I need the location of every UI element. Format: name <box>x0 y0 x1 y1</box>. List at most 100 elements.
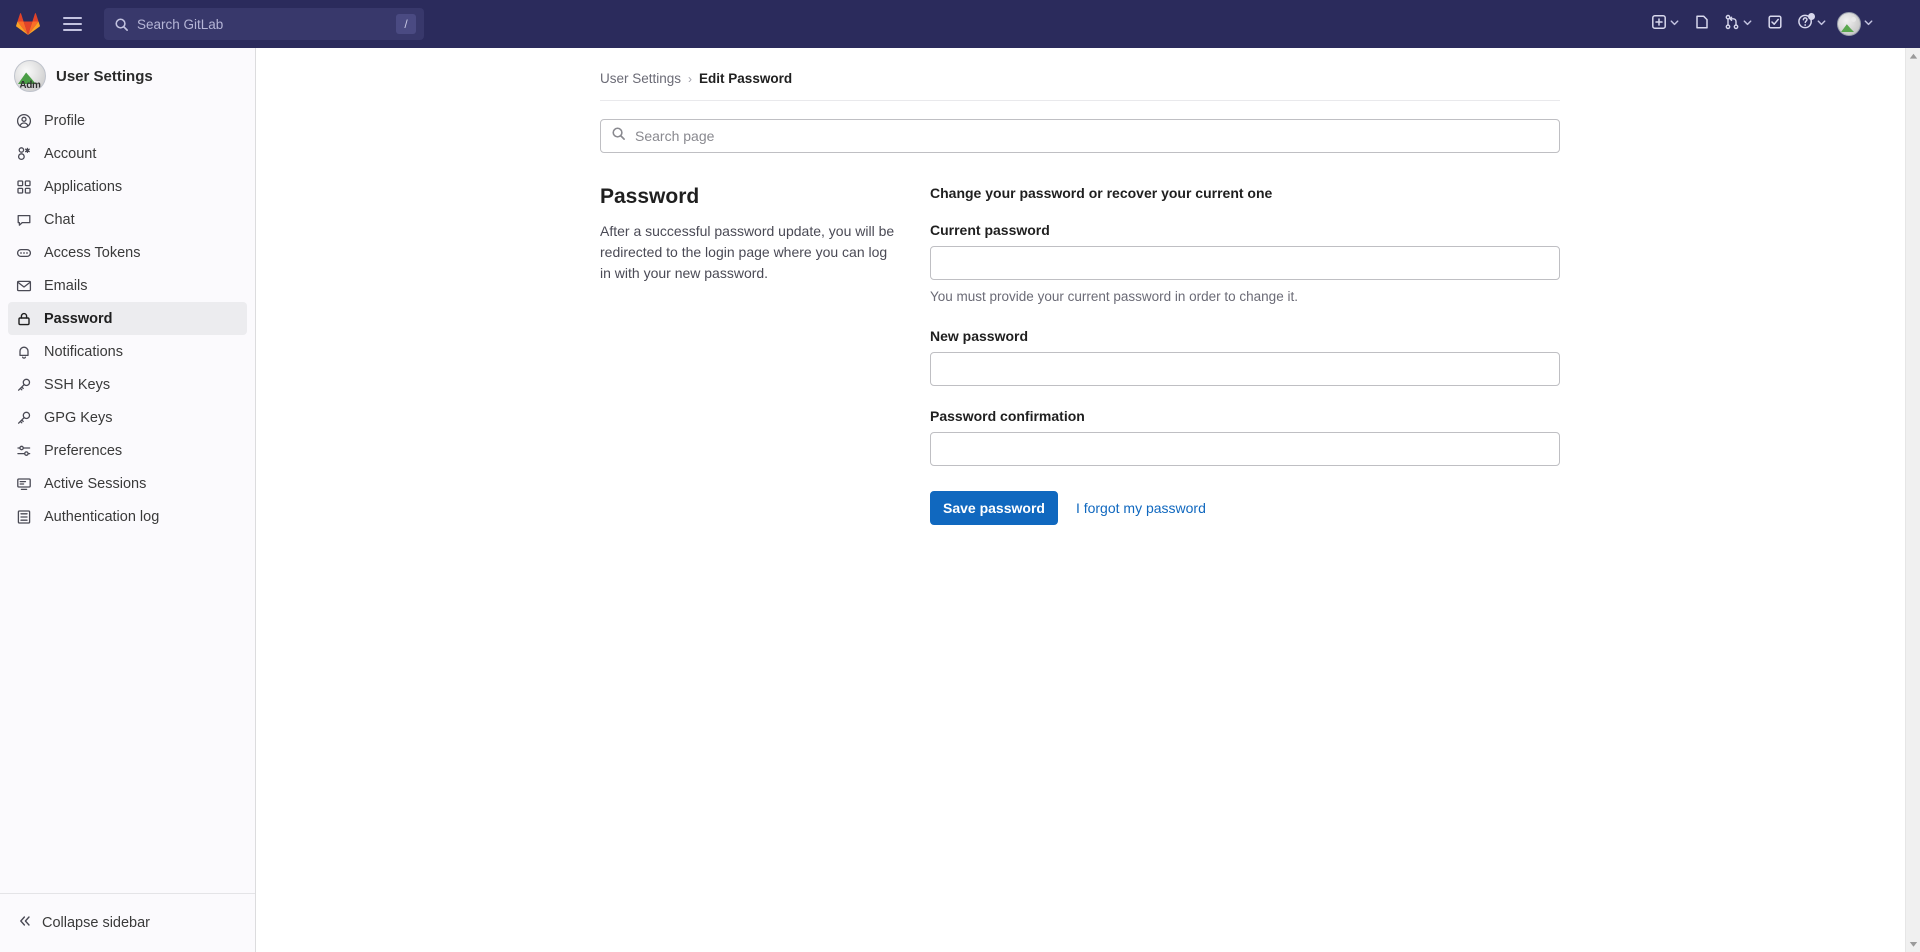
navbar-left-group: / <box>8 4 424 44</box>
avatar <box>1837 12 1861 36</box>
sidebar-item-authentication-log[interactable]: Authentication log <box>8 500 247 533</box>
form-actions: Save password I forgot my password <box>930 491 1560 525</box>
page-title: Password <box>600 185 700 208</box>
forgot-password-link[interactable]: I forgot my password <box>1070 500 1212 516</box>
main-content: User Settings › Edit Password Password A… <box>256 48 1904 952</box>
sidebar-item-notifications[interactable]: Notifications <box>8 335 247 368</box>
password-settings-section: Password After a successful password upd… <box>600 185 1560 525</box>
sidebar-context-title: User Settings <box>56 67 153 85</box>
sidebar-item-label: Profile <box>44 112 86 129</box>
plus-square-icon <box>1651 14 1667 35</box>
form-heading: Change your password or recover your cur… <box>930 185 1273 201</box>
save-password-button[interactable]: Save password <box>930 491 1058 525</box>
sidebar-item-label: Authentication log <box>44 508 160 525</box>
current-password-field[interactable] <box>930 246 1560 280</box>
sidebar-item-label: Notifications <box>44 343 123 360</box>
chevron-down-icon <box>1669 15 1680 33</box>
scrollbar-up-arrow[interactable] <box>1906 48 1920 64</box>
breadcrumb-separator: › <box>688 71 693 86</box>
help-menu[interactable] <box>1793 8 1831 40</box>
comment-icon <box>16 212 32 228</box>
sidebar-item-account[interactable]: Account <box>8 137 247 170</box>
bell-icon <box>16 344 32 360</box>
sidebar-item-label: SSH Keys <box>44 376 111 393</box>
page-search[interactable] <box>600 119 1560 153</box>
sidebar-item-label: Account <box>44 145 97 162</box>
search-shortcut-key: / <box>396 14 416 34</box>
sliders-icon <box>16 443 32 459</box>
avatar-label: Adm <box>19 80 41 91</box>
lock-icon <box>16 311 32 327</box>
sidebar-nav-list: Profile Account Applications Chat Access… <box>0 102 255 533</box>
current-password-help: You must provide your current password i… <box>930 289 1298 304</box>
user-menu[interactable] <box>1833 8 1878 40</box>
chevron-down-icon <box>1742 15 1753 33</box>
log-list-icon <box>16 509 32 525</box>
sidebar-item-profile[interactable]: Profile <box>8 104 247 137</box>
search-icon <box>611 126 626 146</box>
merge-request-icon <box>1724 14 1740 35</box>
navbar-right-group <box>1647 8 1908 40</box>
global-search[interactable]: / <box>104 8 424 40</box>
avatar: Adm <box>14 60 46 92</box>
sidebar-item-preferences[interactable]: Preferences <box>8 434 247 467</box>
current-password-group: Current password You must provide your c… <box>930 222 1560 304</box>
sidebar-item-chat[interactable]: Chat <box>8 203 247 236</box>
sidebar-item-label: Preferences <box>44 442 123 459</box>
sidebar-item-label: Applications <box>44 178 123 195</box>
search-icon <box>114 17 129 32</box>
current-password-label: Current password <box>930 222 1050 238</box>
new-password-label: New password <box>930 328 1029 344</box>
gitlab-logo-icon[interactable] <box>8 4 48 44</box>
sidebar-item-password[interactable]: Password <box>8 302 247 335</box>
todos-link[interactable] <box>1759 8 1791 40</box>
breadcrumb: User Settings › Edit Password <box>600 60 1560 101</box>
sidebar: Adm User Settings Profile Account Applic… <box>0 48 256 952</box>
sidebar-item-access-tokens[interactable]: Access Tokens <box>8 236 247 269</box>
sidebar-item-emails[interactable]: Emails <box>8 269 247 302</box>
sidebar-item-label: Emails <box>44 277 88 294</box>
sidebar-item-label: Password <box>44 310 113 327</box>
create-new-menu[interactable] <box>1647 8 1684 40</box>
chevron-down-icon <box>1816 15 1827 33</box>
section-description-column: Password After a successful password upd… <box>600 185 930 525</box>
page-scrollbar[interactable] <box>1905 48 1920 952</box>
chevron-down-icon <box>1863 15 1874 33</box>
user-circle-icon <box>16 113 32 129</box>
merge-requests-menu[interactable] <box>1720 8 1757 40</box>
password-confirmation-label: Password confirmation <box>930 408 1085 424</box>
password-form: Change your password or recover your cur… <box>930 185 1560 525</box>
scrollbar-down-arrow[interactable] <box>1906 936 1920 952</box>
key-icon <box>16 410 32 426</box>
sidebar-item-active-sessions[interactable]: Active Sessions <box>8 467 247 500</box>
breadcrumb-root[interactable]: User Settings <box>600 71 681 86</box>
hamburger-menu-icon[interactable] <box>54 6 90 42</box>
key-icon <box>16 377 32 393</box>
chevron-double-left-icon <box>18 914 32 932</box>
sidebar-item-ssh-keys[interactable]: SSH Keys <box>8 368 247 401</box>
sidebar-item-gpg-keys[interactable]: GPG Keys <box>8 401 247 434</box>
new-password-field[interactable] <box>930 352 1560 386</box>
password-confirmation-field[interactable] <box>930 432 1560 466</box>
monitor-icon <box>16 476 32 492</box>
collapse-sidebar-label: Collapse sidebar <box>42 915 151 931</box>
sidebar-context-header[interactable]: Adm User Settings <box>0 48 255 102</box>
token-icon <box>16 245 32 261</box>
new-password-group: New password <box>930 328 1560 386</box>
issues-icon <box>1694 14 1710 35</box>
breadcrumb-current[interactable]: Edit Password <box>699 71 792 86</box>
search-input[interactable] <box>137 16 396 32</box>
sidebar-item-applications[interactable]: Applications <box>8 170 247 203</box>
envelope-icon <box>16 278 32 294</box>
page-search-input[interactable] <box>635 128 1549 144</box>
help-notification-dot <box>1808 13 1815 20</box>
issues-link[interactable] <box>1686 8 1718 40</box>
section-description: After a successful password update, you … <box>600 223 895 281</box>
collapse-sidebar-button[interactable]: Collapse sidebar <box>8 908 247 938</box>
password-confirmation-group: Password confirmation <box>930 408 1560 466</box>
sidebar-item-label: Access Tokens <box>44 244 141 261</box>
sidebar-footer: Collapse sidebar <box>0 893 255 952</box>
top-navbar: / <box>0 0 1920 48</box>
applications-grid-icon <box>16 179 32 195</box>
todo-checkbox-icon <box>1767 14 1783 35</box>
